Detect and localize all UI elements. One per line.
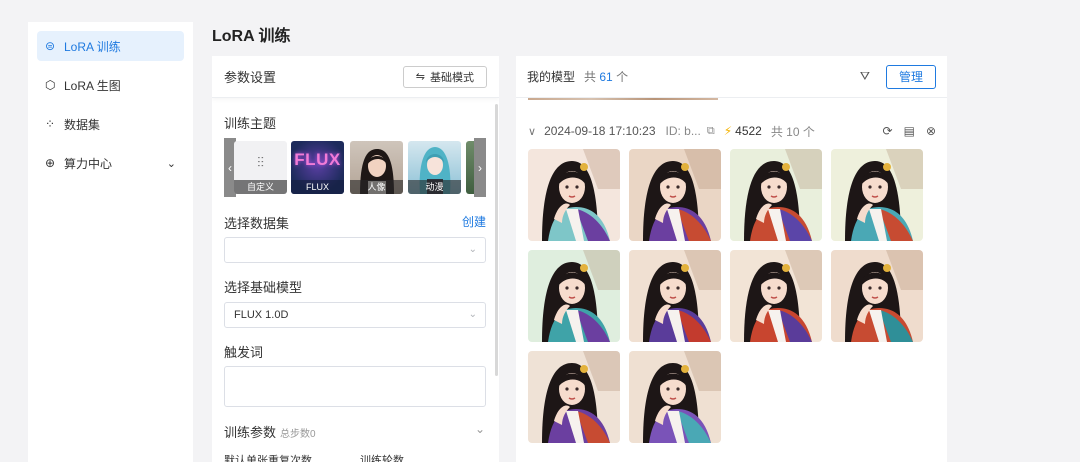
basic-mode-button[interactable]: ⇋ 基础模式: [402, 65, 487, 88]
models-panel: 我的模型 共 61 个 ⛛ 管理 ∨ 2024-09-18 17:10:23 I…: [516, 56, 947, 462]
generated-image[interactable]: [528, 250, 620, 342]
sidebar-item-dataset[interactable]: ⁘ 数据集: [37, 109, 184, 139]
generated-image[interactable]: [629, 250, 721, 342]
train-params-header[interactable]: 训练参数 总步数0: [224, 422, 316, 441]
previous-group-thumbnails: [528, 98, 718, 100]
base-model-label: 选择基础模型: [224, 280, 303, 295]
theme-tile-label: 人像: [350, 180, 403, 194]
lightning-icon: ⚡: [723, 124, 733, 138]
epoch-label: 训练轮数: [360, 455, 404, 462]
sidebar-item-compute[interactable]: ⊕ 算力中心 ⌄: [37, 148, 184, 178]
trigger-label: 触发词: [224, 345, 264, 360]
page-title: LoRA 训练: [212, 28, 291, 45]
params-title: 参数设置: [224, 70, 277, 85]
theme-carousel: ‹ ⫶⫶ 自定义 FLUX FLUX 人像 动漫 ›: [224, 138, 486, 198]
group-datetime: 2024-09-18 17:10:23: [544, 124, 656, 138]
group-actions: ⟳ ▤ ⊗: [883, 124, 936, 138]
theme-tile-custom[interactable]: ⫶⫶ 自定义: [234, 141, 287, 194]
generated-image[interactable]: [629, 351, 721, 443]
model-group-header: ∨ 2024-09-18 17:10:23 ID: b... ⧉ ⚡ 4522 …: [528, 122, 936, 140]
sidebar-item-label: LoRA 训练: [64, 39, 121, 54]
group-points: 4522: [735, 124, 762, 138]
sidebar-item-label: 算力中心: [64, 156, 113, 171]
theme-label: 训练主题: [224, 116, 277, 131]
panel-scrollbar[interactable]: [495, 104, 498, 376]
theme-tile-portrait[interactable]: 人像: [350, 141, 403, 194]
total-steps: 总步数0: [280, 429, 316, 440]
flux-logo: FLUX: [294, 150, 341, 169]
close-icon[interactable]: ⊗: [926, 124, 936, 138]
dataset-icon: ⁘: [45, 117, 56, 131]
models-title: 我的模型: [527, 70, 576, 84]
carousel-next-icon[interactable]: ›: [474, 138, 486, 197]
theme-tile-flux[interactable]: FLUX FLUX: [291, 141, 344, 194]
sliders-icon: ⫶⫶: [257, 154, 264, 170]
theme-tile-label: 自定义: [234, 180, 287, 194]
lora-train-icon: ⊜: [45, 39, 56, 53]
models-count: 共 61 个: [584, 70, 629, 84]
chevron-down-icon[interactable]: ∨: [528, 125, 536, 138]
manage-button[interactable]: 管理: [885, 64, 936, 89]
filter-icon[interactable]: ⛛: [860, 69, 870, 84]
chevron-down-icon: ⌄: [468, 244, 477, 255]
sidebar-item-lora-generate[interactable]: ⬡ LoRA 生图: [37, 70, 184, 100]
theme-tile-label: FLUX: [291, 180, 344, 194]
chevron-down-icon[interactable]: ⌄: [167, 157, 176, 170]
dataset-label: 选择数据集: [224, 216, 290, 231]
details-icon[interactable]: ▤: [904, 124, 915, 138]
copy-icon[interactable]: ⧉: [707, 125, 715, 138]
generated-image[interactable]: [730, 149, 822, 241]
generated-image[interactable]: [831, 250, 923, 342]
basic-mode-label: 基础模式: [430, 71, 474, 84]
group-count: 共 10 个: [770, 124, 815, 139]
dataset-select[interactable]: ⌄: [224, 237, 486, 263]
chevron-down-icon[interactable]: ⌄: [475, 422, 485, 436]
lora-generate-icon: ⬡: [45, 78, 56, 92]
sidebar-item-label: 数据集: [64, 117, 101, 132]
generated-image[interactable]: [528, 149, 620, 241]
generated-image[interactable]: [528, 351, 620, 443]
sidebar-item-lora-train[interactable]: ⊜ LoRA 训练: [37, 31, 184, 61]
generated-image[interactable]: [730, 250, 822, 342]
train-params-label: 训练参数: [224, 425, 277, 440]
compute-icon: ⊕: [45, 156, 56, 170]
trigger-input[interactable]: [224, 366, 486, 407]
retrain-icon[interactable]: ⟳: [883, 124, 893, 138]
create-dataset-link[interactable]: 创建: [462, 213, 486, 230]
group-id: ID: b...: [665, 124, 701, 138]
chevron-down-icon: ⌄: [468, 309, 477, 320]
generated-image[interactable]: [629, 149, 721, 241]
theme-tile-anime[interactable]: 动漫: [408, 141, 461, 194]
swap-icon: ⇋: [415, 71, 425, 83]
generated-image[interactable]: [831, 149, 923, 241]
base-model-select[interactable]: FLUX 1.0D ⌄: [224, 302, 486, 328]
sidebar: ⊜ LoRA 训练 ⬡ LoRA 生图 ⁘ 数据集 ⊕ 算力中心 ⌄: [28, 22, 193, 462]
params-panel: 参数设置 ⇋ 基础模式 训练主题 ‹ ⫶⫶ 自定义 FLUX FLUX 人像 动…: [212, 56, 499, 462]
base-model-value: FLUX 1.0D: [234, 309, 289, 321]
theme-tile-label: 动漫: [408, 180, 461, 194]
sidebar-item-label: LoRA 生图: [64, 78, 121, 93]
repeat-label: 默认单张重复次数: [224, 455, 312, 462]
